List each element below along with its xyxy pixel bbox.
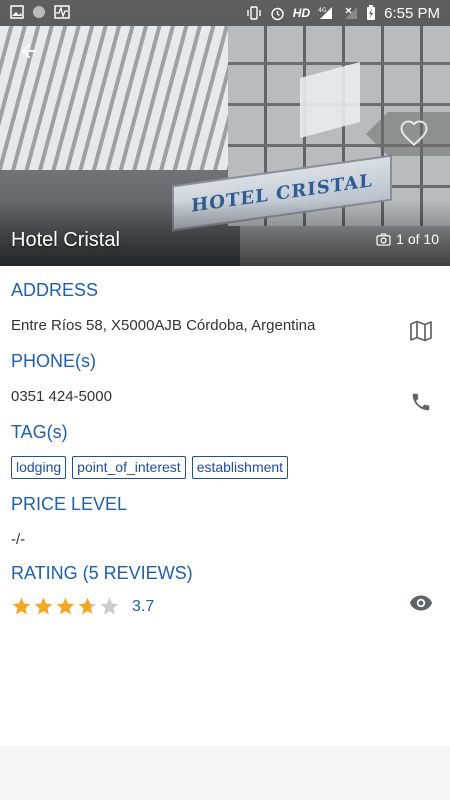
- phone-value[interactable]: 0351 424-5000: [11, 388, 112, 405]
- photo-count-text: 1 of 10: [396, 231, 439, 247]
- battery-icon: [366, 5, 376, 21]
- rating-row: 3.7: [11, 596, 154, 617]
- status-left: [10, 4, 70, 22]
- view-reviews-button[interactable]: [408, 590, 434, 616]
- hd-label: HD: [292, 6, 311, 20]
- status-right: HD 4G 6:55 PM: [246, 5, 440, 22]
- price-value: -/-: [11, 531, 26, 548]
- details-panel: ADDRESS Entre Ríos 58, X5000AJB Córdoba,…: [0, 266, 450, 746]
- address-heading: ADDRESS: [11, 280, 99, 300]
- back-button[interactable]: [14, 36, 44, 66]
- map-icon: [410, 320, 432, 342]
- svg-text:4G: 4G: [318, 7, 327, 14]
- rating-value: 3.7: [132, 597, 155, 615]
- phone-icon: [412, 393, 430, 411]
- price-heading: PRICE LEVEL: [11, 494, 128, 514]
- camera-icon: [376, 232, 391, 246]
- star-full-icon: [12, 597, 31, 615]
- tag-chip[interactable]: establishment: [191, 456, 289, 479]
- rating-heading: RATING (5 REVIEWS): [11, 563, 193, 583]
- bottom-area: [0, 746, 450, 800]
- hotel-name: Hotel Cristal: [11, 229, 120, 251]
- tag-chip[interactable]: point_of_interest: [72, 456, 186, 479]
- star-half-icon: [78, 597, 97, 615]
- status-bar: HD 4G 6:55 PM: [0, 0, 450, 26]
- activity-notification-icon: [54, 4, 70, 22]
- vibrate-icon: [246, 6, 262, 20]
- tag-list: lodging point_of_interest establishment: [11, 456, 289, 479]
- eye-icon: [410, 595, 432, 611]
- call-button[interactable]: [408, 389, 434, 415]
- signal-icon: 4G: [318, 6, 336, 20]
- status-time: 6:55 PM: [384, 4, 440, 22]
- map-button[interactable]: [408, 318, 434, 344]
- gallery-notification-icon: [10, 4, 24, 22]
- heart-icon: [400, 120, 428, 146]
- no-signal-icon: [344, 6, 358, 20]
- address-value: Entre Ríos 58, X5000AJB Córdoba, Argenti…: [11, 317, 316, 334]
- alarm-icon: [270, 6, 285, 21]
- star-full-icon: [56, 597, 75, 615]
- circle-notification-icon: [32, 5, 46, 22]
- phone-heading: PHONE(s): [11, 351, 96, 371]
- star-full-icon: [34, 597, 53, 615]
- star-empty-icon: [100, 597, 119, 615]
- back-arrow-icon: [21, 43, 37, 59]
- tags-heading: TAG(s): [11, 422, 68, 442]
- star-rating: [11, 596, 120, 617]
- tag-chip[interactable]: lodging: [11, 456, 67, 479]
- photo-counter[interactable]: 1 of 10: [376, 231, 439, 247]
